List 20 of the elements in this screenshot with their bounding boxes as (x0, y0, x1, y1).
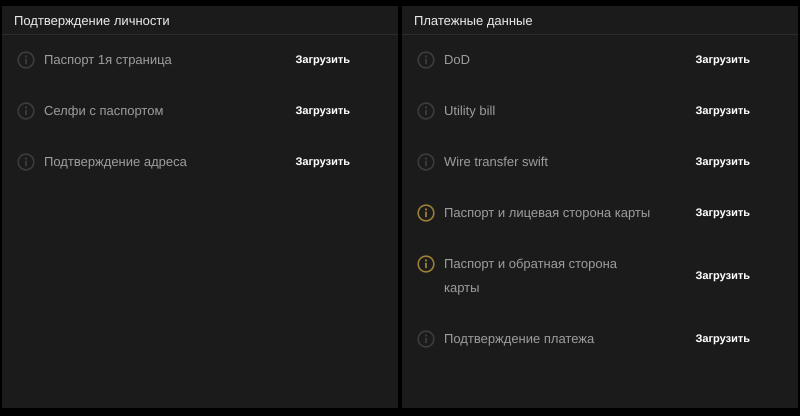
document-label: Подтверждение платежа (444, 330, 596, 348)
document-label: Подтверждение адреса (44, 153, 188, 171)
upload-link[interactable]: Загрузить (295, 54, 350, 66)
panel-title: Платежные данные (414, 12, 533, 28)
upload-link[interactable]: Загрузить (295, 105, 350, 117)
document-label: Utility bill (444, 102, 496, 120)
document-label: Паспорт и обратная сторона карты (444, 255, 618, 297)
upload-link[interactable]: Загрузить (695, 270, 750, 282)
upload-link[interactable]: Загрузить (695, 54, 750, 66)
upload-link[interactable]: Загрузить (695, 207, 750, 219)
panel-title: Подтверждение личности (14, 12, 170, 28)
upload-link[interactable]: Загрузить (695, 333, 750, 345)
upload-link[interactable]: Загрузить (295, 156, 350, 168)
document-label: Паспорт и лицевая сторона карты (444, 204, 652, 222)
document-label: Паспорт 1я страница (44, 51, 173, 69)
document-label: Wire transfer swift (444, 153, 550, 171)
document-label: Селфи с паспортом (44, 102, 164, 120)
document-label: DoD (444, 51, 472, 69)
upload-link[interactable]: Загрузить (695, 105, 750, 117)
upload-link[interactable]: Загрузить (695, 156, 750, 168)
